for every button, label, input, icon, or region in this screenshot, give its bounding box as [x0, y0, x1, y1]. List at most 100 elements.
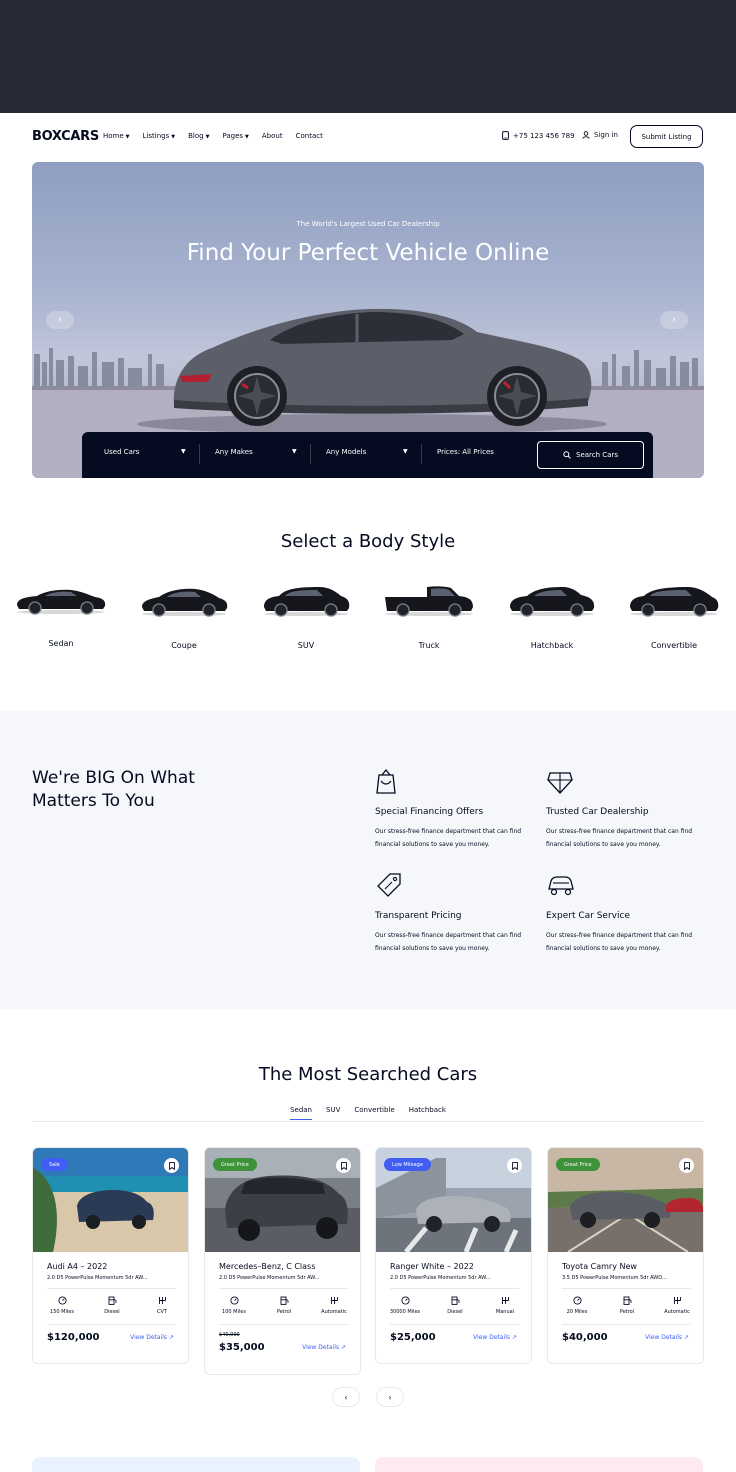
divider	[32, 1121, 704, 1122]
feature-title: Trusted Car Dealership	[546, 807, 649, 817]
body-style-convertible[interactable]: Convertible	[619, 583, 729, 650]
spec-mileage: 30000 Miles	[380, 1296, 430, 1315]
tab-hatchback[interactable]: Hatchback	[409, 1106, 446, 1120]
search-cars-button[interactable]: Search Cars	[537, 441, 644, 469]
card-title: Toyota Camry New	[562, 1262, 637, 1271]
speedometer-icon	[57, 1296, 67, 1305]
body-style-hatchback[interactable]: Hatchback	[497, 583, 607, 650]
hero-next-arrow[interactable]: ›	[660, 311, 688, 329]
features-title: We're BIG On What Matters To You	[32, 768, 195, 811]
car-card[interactable]: Low Mileage Ranger White – 2022 2.0 D5 P…	[375, 1147, 532, 1364]
models-select[interactable]: Any Models	[326, 448, 366, 456]
divider	[310, 444, 311, 464]
arrow-up-right-icon: ↗	[511, 1334, 517, 1341]
card-price: $120,000	[47, 1332, 100, 1343]
hero-car-image	[32, 308, 704, 478]
chevron-left-icon: ‹	[344, 1392, 348, 1402]
prices-select[interactable]: Prices: All Prices	[437, 448, 494, 456]
top-banner	[0, 0, 736, 113]
chevron-down-icon: ▼	[205, 134, 210, 140]
car-card[interactable]: Sale Audi A4 – 2022 2.0 D5 PowerPulse Mo…	[32, 1147, 189, 1364]
spec-transmission: Automatic	[309, 1296, 359, 1315]
fuel-icon	[108, 1296, 116, 1305]
tab-suv[interactable]: SUV	[326, 1106, 340, 1120]
spec-transmission: Manual	[480, 1296, 530, 1315]
card-old-price: $40,000	[219, 1332, 240, 1338]
nav-contact[interactable]: Contact	[296, 132, 323, 140]
chevron-down-icon: ▼	[245, 134, 249, 140]
view-details-link[interactable]: View Details ↗	[645, 1334, 689, 1341]
chevron-down-icon: ▼	[403, 448, 408, 455]
gearbox-icon	[330, 1297, 338, 1304]
body-style-label: Convertible	[650, 641, 698, 650]
coupe-car-icon	[142, 588, 228, 617]
view-details-link[interactable]: View Details ↗	[130, 1334, 174, 1341]
spec-mileage: 20 Miles	[552, 1296, 602, 1315]
nav-home[interactable]: Home ▼	[103, 132, 130, 140]
bookmark-button[interactable]	[336, 1158, 351, 1173]
chevron-right-icon: ›	[672, 315, 676, 325]
body-style-sedan[interactable]: Sedan	[6, 583, 116, 648]
divider	[47, 1288, 176, 1289]
card-badge: Low Mileage	[384, 1158, 431, 1171]
hero-title: Find Your Perfect Vehicle Online	[186, 240, 550, 266]
phone-icon	[502, 131, 509, 140]
body-style-label: Coupe	[171, 641, 197, 650]
chevron-down-icon: ▼	[292, 448, 297, 455]
view-details-link[interactable]: View Details ↗	[302, 1344, 346, 1351]
submit-listing-button[interactable]: Submit Listing	[630, 125, 703, 148]
feature-desc: Our stress-free finance department that …	[546, 828, 693, 848]
spec-transmission: Automatic	[652, 1296, 702, 1315]
spec-mileage: 150 Miles	[37, 1296, 87, 1315]
car-card[interactable]: Great Price Toyota Camry New 3.5 D5 Powe…	[547, 1147, 704, 1364]
logo[interactable]: BOXCARS	[32, 129, 99, 144]
makes-select[interactable]: Any Makes	[215, 448, 253, 456]
nav-blog[interactable]: Blog ▼	[188, 132, 209, 140]
carousel-next-button[interactable]: ›	[376, 1387, 404, 1407]
feature-title: Expert Car Service	[546, 911, 630, 921]
car-type-tabs: Sedan SUV Convertible Hatchback	[0, 1106, 736, 1120]
phone-link[interactable]: +75 123 456 789	[502, 131, 575, 140]
hero-prev-arrow[interactable]: ‹	[46, 311, 74, 329]
carousel-prev-button[interactable]: ‹	[332, 1387, 360, 1407]
signin-link[interactable]: Sign in	[582, 131, 618, 139]
gearbox-icon	[158, 1297, 166, 1304]
nav-listings[interactable]: Listings ▼	[143, 132, 176, 140]
body-style-truck[interactable]: Truck	[374, 583, 484, 650]
condition-select[interactable]: Used Cars	[104, 448, 139, 456]
nav-pages[interactable]: Pages ▼	[222, 132, 248, 140]
feature-pricing: Transparent Pricing Our stress-free fina…	[375, 871, 535, 955]
divider	[199, 444, 200, 464]
spec-transmission: CVT	[137, 1296, 187, 1315]
spec-mileage: 100 Miles	[209, 1296, 259, 1315]
car-card[interactable]: Great Price Mercedes–Benz, C Class 2.0 D…	[204, 1147, 361, 1375]
chevron-right-icon: ›	[388, 1392, 392, 1402]
speedometer-icon	[400, 1296, 410, 1305]
chevron-down-icon: ▼	[125, 134, 130, 140]
gearbox-icon	[673, 1297, 681, 1304]
view-details-link[interactable]: View Details ↗	[473, 1334, 517, 1341]
tab-convertible[interactable]: Convertible	[354, 1106, 394, 1120]
search-icon	[563, 451, 571, 459]
chevron-left-icon: ‹	[58, 315, 62, 325]
fuel-icon	[280, 1296, 288, 1305]
feature-title: Special Financing Offers	[375, 807, 484, 817]
bookmark-button[interactable]	[164, 1158, 179, 1173]
body-style-suv[interactable]: SUV	[251, 583, 361, 650]
bookmark-button[interactable]	[507, 1158, 522, 1173]
card-badge: Sale	[41, 1158, 68, 1171]
body-style-coupe[interactable]: Coupe	[129, 583, 239, 650]
card-subtitle: 2.0 D5 PowerPulse Momentum 5dr AW...	[390, 1275, 491, 1281]
feature-service: Expert Car Service Our stress-free finan…	[546, 871, 706, 955]
bookmark-icon	[168, 1161, 175, 1170]
nav-about[interactable]: About	[262, 132, 283, 140]
search-bar: Used Cars ▼ Any Makes ▼ Any Models ▼ Pri…	[82, 432, 653, 478]
tab-sedan[interactable]: Sedan	[290, 1106, 312, 1120]
promo-card-sell	[375, 1457, 703, 1472]
bookmark-button[interactable]	[679, 1158, 694, 1173]
card-subtitle: 2.0 D5 PowerPulse Momentum 5dr AW...	[47, 1275, 148, 1281]
card-subtitle: 2.0 D5 PowerPulse Momentum 5dr AW...	[219, 1275, 320, 1281]
divider	[219, 1288, 348, 1289]
page: BOXCARS Home ▼ Listings ▼ Blog ▼ Pages ▼ Abo…	[0, 113, 736, 1472]
card-subtitle: 3.5 D5 PowerPulse Momentum 5dr AWD...	[562, 1275, 667, 1281]
